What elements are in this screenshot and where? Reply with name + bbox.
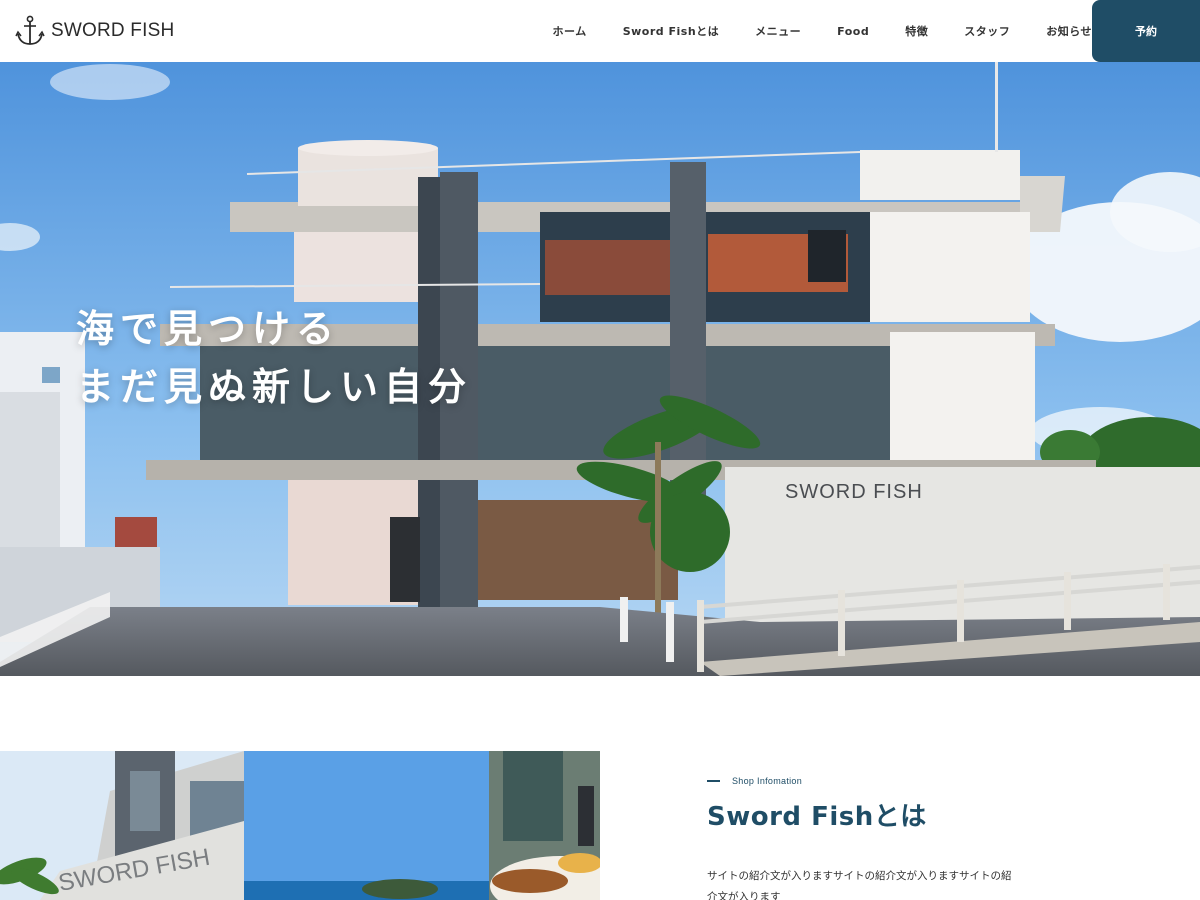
nav-item-home[interactable]: ホーム (553, 23, 587, 39)
section-label: Shop Infomation (707, 776, 802, 786)
reserve-button[interactable]: 予約 (1092, 0, 1200, 62)
hero-section: SWORD FISH 海で見つける まだ見ぬ新しい自分 (0, 62, 1200, 676)
building-sign: SWORD FISH (785, 481, 923, 503)
nav-item-features[interactable]: 特徴 (905, 23, 928, 39)
nav-item-news[interactable]: お知らせ (1046, 23, 1092, 39)
shop-photos: SWORD FISH (0, 751, 600, 900)
hero-copy-line2: まだ見ぬ新しい自分 (76, 365, 473, 409)
section-body: サイトの紹介文が入りますサイトの紹介文が入りますサイトの紹介文が入ります (707, 870, 1012, 900)
nav-item-menu[interactable]: メニュー (755, 23, 801, 39)
anchor-icon (15, 15, 45, 45)
section-label-text: Shop Infomation (732, 776, 803, 786)
hero-copy-line1: 海で見つける (76, 307, 341, 351)
label-line (707, 780, 720, 782)
nav-item-staff[interactable]: スタッフ (964, 23, 1010, 39)
shop-photo-strip: SWORD FISH (0, 751, 600, 900)
nav-item-food[interactable]: Food (837, 25, 869, 38)
nav-item-about[interactable]: Sword Fishとは (623, 23, 719, 39)
logo-text: SWORD FISH (51, 20, 175, 41)
section-title: Sword Fishとは (707, 802, 927, 832)
svg-text:SWORD FISH: SWORD FISH (785, 481, 923, 503)
site-logo[interactable]: SWORD FISH (15, 14, 174, 48)
main-nav: ホーム Sword Fishとは メニュー Food 特徴 スタッフ お知らせ (517, 0, 1092, 62)
hero-catchcopy: 海で見つける まだ見ぬ新しい自分 (76, 300, 472, 416)
site-header: SWORD FISH ホーム Sword Fishとは メニュー Food 特徴… (0, 0, 1200, 62)
